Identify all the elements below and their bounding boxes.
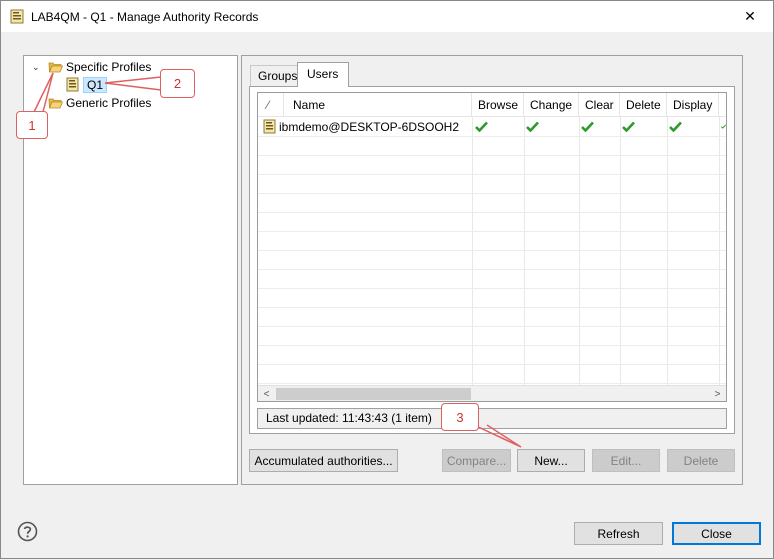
- tree-item-label: Q1: [83, 76, 108, 93]
- window-close-button[interactable]: ✕: [727, 1, 773, 32]
- tree-item-generic-profiles[interactable]: Generic Profiles: [48, 94, 151, 111]
- column-divider: [667, 117, 668, 387]
- scrollbar-thumb[interactable]: [276, 388, 471, 400]
- new-button[interactable]: New...: [517, 449, 585, 472]
- column-header-change[interactable]: Change: [524, 93, 579, 117]
- row-divider: [258, 136, 726, 137]
- title-bar: LAB4QM - Q1 - Manage Authority Records ✕: [1, 1, 773, 32]
- edit-button[interactable]: Edit...: [592, 449, 660, 472]
- check-change: [526, 117, 539, 136]
- scroll-right-icon[interactable]: >: [709, 386, 726, 401]
- column-divider: [719, 117, 720, 387]
- folder-open-icon: [48, 62, 63, 72]
- tree-item-specific-profiles[interactable]: Specific Profiles: [48, 58, 151, 75]
- check-partial: [721, 117, 726, 136]
- row-divider: [258, 231, 726, 232]
- row-divider: [258, 307, 726, 308]
- row-divider: [258, 326, 726, 327]
- column-divider: [579, 117, 580, 387]
- check-clear: [581, 117, 594, 136]
- close-button[interactable]: Close: [672, 522, 761, 545]
- tree-item-label: Generic Profiles: [66, 95, 152, 110]
- column-divider: [524, 117, 525, 387]
- check-icon: [721, 124, 726, 129]
- row-divider: [258, 364, 726, 365]
- row-divider: [258, 155, 726, 156]
- table-header: ⁄ Name Browse Change Clear Delete Displa…: [258, 93, 726, 117]
- check-delete: [622, 117, 635, 136]
- row-divider: [258, 383, 726, 384]
- row-divider: [258, 193, 726, 194]
- row-divider: [258, 174, 726, 175]
- users-table: ⁄ Name Browse Change Clear Delete Displa…: [257, 92, 727, 402]
- folder-open-icon: [48, 98, 63, 108]
- tree-item-label: Specific Profiles: [66, 59, 152, 74]
- compare-button[interactable]: Compare...: [442, 449, 511, 472]
- column-divider: [472, 117, 473, 387]
- check-icon: [581, 121, 594, 132]
- tree-item-q1[interactable]: Q1: [66, 76, 108, 93]
- check-icon: [475, 121, 488, 132]
- row-divider: [258, 288, 726, 289]
- delete-button[interactable]: Delete: [667, 449, 735, 472]
- row-divider: [258, 269, 726, 270]
- app-icon: [10, 9, 24, 24]
- check-icon: [526, 121, 539, 132]
- annotation-callout-3: 3: [441, 403, 479, 431]
- annotation-callout-2: 2: [160, 69, 195, 98]
- annotation-callout-1: 1: [16, 111, 48, 139]
- scroll-left-icon[interactable]: <: [258, 386, 275, 401]
- check-browse: [475, 117, 488, 136]
- dialog-window: LAB4QM - Q1 - Manage Authority Records ✕…: [0, 0, 774, 559]
- refresh-button[interactable]: Refresh: [574, 522, 663, 545]
- column-header-clear[interactable]: Clear: [579, 93, 620, 117]
- column-header-browse[interactable]: Browse: [472, 93, 524, 117]
- column-header-delete[interactable]: Delete: [620, 93, 667, 117]
- table-row[interactable]: ibmdemo@DESKTOP-6DSOOH2: [263, 117, 459, 136]
- user-name: ibmdemo@DESKTOP-6DSOOH2: [279, 119, 460, 134]
- chevron-down-icon[interactable]: ⌄: [32, 62, 42, 72]
- check-icon: [622, 121, 635, 132]
- window-title: LAB4QM - Q1 - Manage Authority Records: [31, 10, 259, 24]
- row-divider: [258, 250, 726, 251]
- column-header-name[interactable]: Name: [284, 93, 472, 117]
- profile-icon: [66, 77, 79, 92]
- column-header-display[interactable]: Display: [667, 93, 719, 117]
- sort-icon[interactable]: ⁄: [258, 93, 284, 117]
- help-icon[interactable]: [17, 521, 38, 542]
- status-text: Last updated: 11:43:43 (1 item): [257, 408, 727, 429]
- check-display: [669, 117, 682, 136]
- horizontal-scrollbar[interactable]: < >: [258, 385, 726, 401]
- accumulated-authorities-button[interactable]: Accumulated authorities...: [249, 449, 398, 472]
- tab-users[interactable]: Users: [297, 62, 349, 87]
- row-divider: [258, 345, 726, 346]
- row-divider: [258, 212, 726, 213]
- user-icon: [263, 119, 276, 134]
- check-icon: [669, 121, 682, 132]
- column-divider: [620, 117, 621, 387]
- profile-tree: ⌄ Specific Profiles Q1 Generic Profiles: [23, 55, 238, 485]
